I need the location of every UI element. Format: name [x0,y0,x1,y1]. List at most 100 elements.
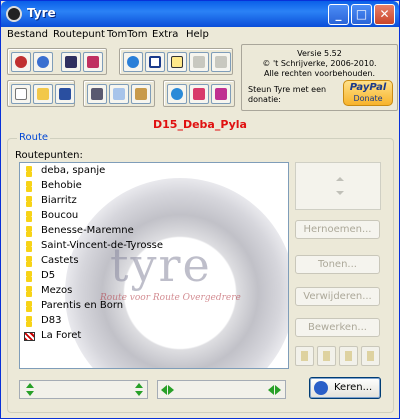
app-window: Tyre _ □ ✕ Bestand Routepunt TomTom Extr… [0,0,400,419]
list-item-label: D83 [41,315,62,326]
menu-routepunt[interactable]: Routepunt [53,29,105,40]
rename-button[interactable]: Hernoemen... [295,220,380,239]
waypoint-icon [26,301,32,312]
new-file-icon [15,88,27,100]
list-item-label: D5 [41,270,56,281]
waypoint-icon [26,196,32,207]
copyright-text: © 't Schrijverke, 2006-2010. [262,59,377,68]
arrow-down-icon[interactable] [26,391,34,396]
move-down-icon [323,351,330,361]
find-button[interactable] [61,52,81,72]
toolbar-group-3 [7,80,75,107]
sync-button[interactable] [167,84,187,104]
close-button[interactable]: ✕ [374,4,395,25]
save-button[interactable] [55,84,75,104]
arrow-down-icon[interactable] [135,391,143,396]
menu-help[interactable]: Help [186,29,209,40]
paypal-donate-button[interactable]: PayPal Donate [343,80,393,106]
new-button[interactable] [11,84,31,104]
paste-icon [135,88,147,100]
waypoint-icon [26,226,32,237]
show-button[interactable]: Tonen... [295,255,380,274]
copy-button[interactable] [109,84,129,104]
route-points-list[interactable]: tyre Route voor Route Overgedrere deba, … [19,162,289,369]
pin-button[interactable] [211,84,231,104]
waypoint-icon [26,241,32,252]
globe-icon [37,56,49,68]
waypoint-icon [26,256,32,267]
move-last-icon [367,351,374,361]
toolbar-group-5 [163,80,235,107]
route-points-label: Routepunten: [15,150,83,161]
horizontal-scroll-control[interactable] [157,380,286,399]
list-item-label: Castets [41,255,79,266]
waypoint-icon [26,316,32,327]
tyre-logo-icon [6,6,22,22]
paypal-logo: PayPal [349,82,387,93]
internet-button[interactable] [123,52,143,72]
move-last-button[interactable] [361,346,380,366]
minimize-button[interactable]: _ [328,4,349,25]
cut-button[interactable] [87,84,107,104]
list-item-label: Parentis en Born [41,300,124,311]
undo-icon [193,56,205,68]
arrow-left-icon[interactable] [268,385,274,395]
menu-tomtom[interactable]: TomTom [107,29,148,40]
reverse-route-button[interactable]: Keren... [309,377,381,399]
toolbar-group-1 [7,48,107,75]
reverse-icon [314,381,328,395]
list-item-label: deba, spanje [41,165,106,176]
maximize-button[interactable]: □ [351,4,372,25]
undo-button[interactable] [189,52,209,72]
about-panel: Versie 5.52 © 't Schrijverke, 2006-2010.… [241,44,398,111]
paste-button[interactable] [131,84,151,104]
edit-button[interactable]: Bewerken... [295,318,380,337]
move-up-button[interactable] [295,346,314,366]
save-icon [59,88,71,100]
arrow-up-icon[interactable] [135,383,143,388]
help-button[interactable] [167,52,187,72]
gps-button[interactable] [11,52,31,72]
waypoint-icon [26,286,32,297]
toolbar: Versie 5.52 © 't Schrijverke, 2006-2010.… [3,44,398,111]
waypoint-icon [26,166,32,177]
reverse-route-label: Keren... [334,382,373,393]
move-first-button[interactable] [339,346,358,366]
arrow-left-icon[interactable] [161,385,167,395]
window-title: Tyre [27,6,56,20]
waypoint-icon [26,271,32,282]
spinner-up-icon [336,177,344,181]
window-icon [149,56,161,68]
toolbar-group-4 [83,80,155,107]
open-button[interactable] [33,84,53,104]
list-item-label: La Foret [41,330,82,341]
menu-bestand[interactable]: Bestand [7,29,48,40]
rights-text: Alle rechten voorbehouden. [263,69,376,78]
send-button[interactable] [189,84,209,104]
send-icon [193,88,205,100]
list-item-label: Saint-Vincent-de-Tyrosse [41,240,164,251]
title-bar[interactable]: Tyre _ □ ✕ [1,1,399,27]
menu-bar: Bestand Routepunt TomTom Extra Help [1,27,399,44]
gps-icon [15,56,27,68]
arrow-up-icon[interactable] [26,383,34,388]
help-icon [171,56,183,68]
bookmark-button[interactable] [83,52,103,72]
window-button[interactable] [145,52,165,72]
delete-button[interactable]: Verwijderen... [295,287,380,306]
globe-button[interactable] [33,52,53,72]
donate-text: Steun Tyre met een donatie: [248,85,327,104]
redo-icon [215,56,227,68]
list-item-label: Biarritz [41,195,77,206]
position-spinner[interactable] [295,162,381,210]
menu-extra[interactable]: Extra [152,29,178,40]
redo-button[interactable] [211,52,231,72]
move-down-button[interactable] [317,346,336,366]
pin-icon [215,88,227,100]
move-buttons [295,346,381,367]
list-item-label: Boucou [41,210,79,221]
arrow-right-icon[interactable] [168,385,174,395]
toolbar-group-2 [119,48,233,75]
arrow-right-icon[interactable] [275,385,281,395]
vertical-scroll-control[interactable] [19,380,148,399]
